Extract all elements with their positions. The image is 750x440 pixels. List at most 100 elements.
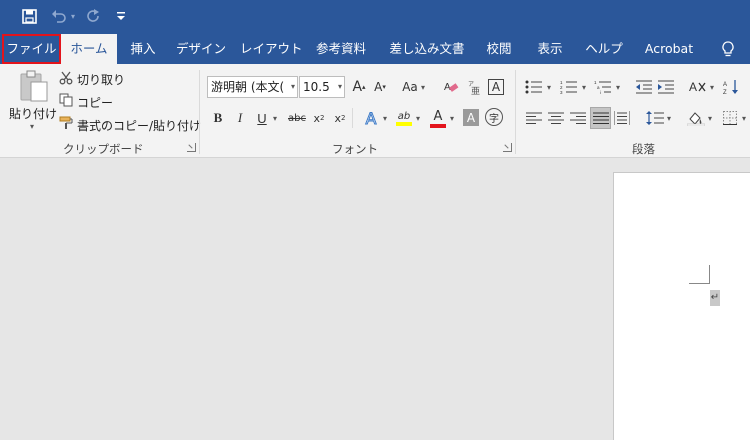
shading-dropdown-icon[interactable]: ▾	[708, 114, 712, 123]
subscript-mark: 2	[320, 114, 325, 122]
paragraph-mark-icon: ↵	[710, 290, 720, 306]
cut-label[interactable]: 切り取り	[77, 71, 125, 88]
ribbon-tab-bar: ファイル ホーム 挿入 デザイン レイアウト 参考資料 差し込み文書 校閲 表示…	[0, 34, 750, 64]
borders-icon[interactable]	[720, 108, 740, 128]
undo-dropdown-icon[interactable]: ▾	[68, 5, 78, 27]
bullets-dropdown-icon[interactable]: ▾	[547, 83, 551, 92]
highlight-glyph: ab	[397, 110, 411, 122]
highlight-color-bar	[396, 121, 412, 126]
clear-formatting-icon[interactable]: A	[441, 77, 461, 97]
sort-icon[interactable]: AZ	[722, 77, 742, 97]
redo-icon[interactable]	[84, 5, 104, 27]
shrink-font-glyph: A	[374, 80, 383, 94]
font-color-icon[interactable]: A	[428, 107, 448, 129]
numbering-dropdown-icon[interactable]: ▾	[582, 83, 586, 92]
tab-mailings[interactable]: 差し込み文書	[384, 34, 470, 64]
borders-dropdown-icon[interactable]: ▾	[742, 114, 746, 123]
ribbon-home: 貼り付け ▾ 切り取り コピー 書式のコピー/貼り付け クリップボード 游明朝 …	[0, 64, 750, 158]
font-launcher-icon[interactable]	[503, 143, 512, 152]
save-icon[interactable]	[18, 5, 40, 27]
change-case-dropdown-icon[interactable]: ▾	[421, 83, 425, 92]
text-effects-icon[interactable]: A	[361, 107, 381, 129]
bold-icon[interactable]: B	[210, 108, 226, 128]
increase-indent-icon[interactable]	[656, 77, 676, 97]
tab-view[interactable]: 表示	[530, 34, 570, 64]
superscript-icon[interactable]: x2	[332, 108, 348, 128]
scissors-icon[interactable]	[58, 70, 74, 86]
tab-acrobat[interactable]: Acrobat	[638, 34, 700, 64]
superscript-mark: 2	[341, 114, 346, 122]
highlight-dropdown-icon[interactable]: ▾	[416, 114, 420, 123]
svg-text:A: A	[723, 82, 727, 88]
enclose-char-icon[interactable]: 字	[485, 108, 503, 126]
copy-label[interactable]: コピー	[77, 94, 113, 111]
svg-text:3: 3	[560, 90, 563, 94]
multilevel-dropdown-icon[interactable]: ▾	[616, 83, 620, 92]
line-spacing-icon[interactable]	[645, 108, 665, 128]
strikethrough-icon[interactable]: abc	[286, 108, 308, 128]
customize-qat-icon[interactable]	[114, 5, 128, 27]
font-color-dropdown-icon[interactable]: ▾	[450, 114, 454, 123]
font-group-label: フォント	[332, 142, 378, 156]
svg-text:i: i	[600, 90, 601, 94]
justify-icon[interactable]	[590, 107, 611, 129]
paste-dropdown-icon[interactable]: ▾	[30, 122, 34, 131]
tab-design[interactable]: デザイン	[172, 34, 230, 64]
shrink-font-icon[interactable]: A ▾	[371, 77, 389, 97]
subscript-icon[interactable]: x2	[311, 108, 327, 128]
tab-review[interactable]: 校閲	[480, 34, 518, 64]
format-painter-label[interactable]: 書式のコピー/貼り付け	[77, 117, 201, 134]
char-shading-icon[interactable]: A	[463, 109, 479, 126]
crop-mark	[689, 283, 709, 284]
tell-me-overflow	[744, 34, 750, 64]
tab-layout[interactable]: レイアウト	[240, 34, 303, 64]
numbering-icon[interactable]: 123	[559, 77, 579, 97]
crop-mark	[709, 265, 710, 284]
decrease-indent-icon[interactable]	[634, 77, 654, 97]
font-name-combobox[interactable]: 游明朝 (本文(▾	[207, 76, 298, 98]
font-size-combobox[interactable]: 10.5 ▾	[299, 76, 345, 98]
text-effects-dropdown-icon[interactable]: ▾	[383, 114, 387, 123]
quick-access-toolbar: ▾	[0, 0, 750, 34]
underline-dropdown-icon[interactable]: ▾	[273, 114, 277, 123]
font-row-separator	[352, 108, 353, 128]
asian-layout-dropdown-icon[interactable]: ▾	[710, 83, 714, 92]
line-spacing-dropdown-icon[interactable]: ▾	[667, 114, 671, 123]
document-page[interactable]: ↵	[613, 172, 750, 440]
distributed-icon[interactable]	[612, 108, 632, 128]
align-right-icon[interactable]	[568, 108, 588, 128]
paste-icon[interactable]	[16, 70, 52, 102]
svg-text:Z: Z	[723, 90, 727, 95]
lightbulb-icon[interactable]	[714, 34, 742, 64]
font-name-value: 游明朝 (本文(	[211, 80, 285, 94]
font-color-glyph: A	[433, 108, 443, 124]
copy-icon[interactable]	[58, 92, 74, 108]
highlight-icon[interactable]: ab	[394, 107, 414, 129]
tab-file[interactable]: ファイル	[2, 34, 61, 64]
font-size-value: 10.5	[303, 80, 330, 94]
bullets-icon[interactable]	[524, 77, 544, 97]
undo-icon[interactable]	[48, 5, 68, 27]
align-left-icon[interactable]	[524, 108, 544, 128]
italic-icon[interactable]: I	[232, 108, 248, 128]
format-painter-icon[interactable]	[58, 115, 74, 131]
clipboard-launcher-icon[interactable]	[187, 143, 196, 152]
paragraph-group-label: 段落	[632, 142, 655, 156]
multilevel-list-icon[interactable]: 1ai	[593, 77, 613, 97]
tab-help[interactable]: ヘルプ	[582, 34, 626, 64]
char-border-icon[interactable]: A	[487, 77, 505, 97]
phonetic-guide-icon[interactable]: ア亜	[465, 77, 485, 97]
grow-font-icon[interactable]: A ▴	[350, 77, 368, 97]
change-case-icon[interactable]: Aa	[399, 77, 421, 97]
shading-icon[interactable]	[686, 108, 706, 128]
underline-icon[interactable]: U	[254, 108, 270, 128]
align-center-icon[interactable]	[546, 108, 566, 128]
clipboard-group-label: クリップボード	[63, 142, 144, 156]
tab-insert[interactable]: 挿入	[124, 34, 162, 64]
paste-label[interactable]: 貼り付け	[9, 105, 57, 122]
group-separator	[515, 70, 516, 154]
char-border-glyph: A	[488, 79, 504, 95]
tab-home[interactable]: ホーム	[61, 34, 117, 64]
asian-layout-icon[interactable]: A	[688, 77, 708, 97]
tab-references[interactable]: 参考資料	[310, 34, 372, 64]
